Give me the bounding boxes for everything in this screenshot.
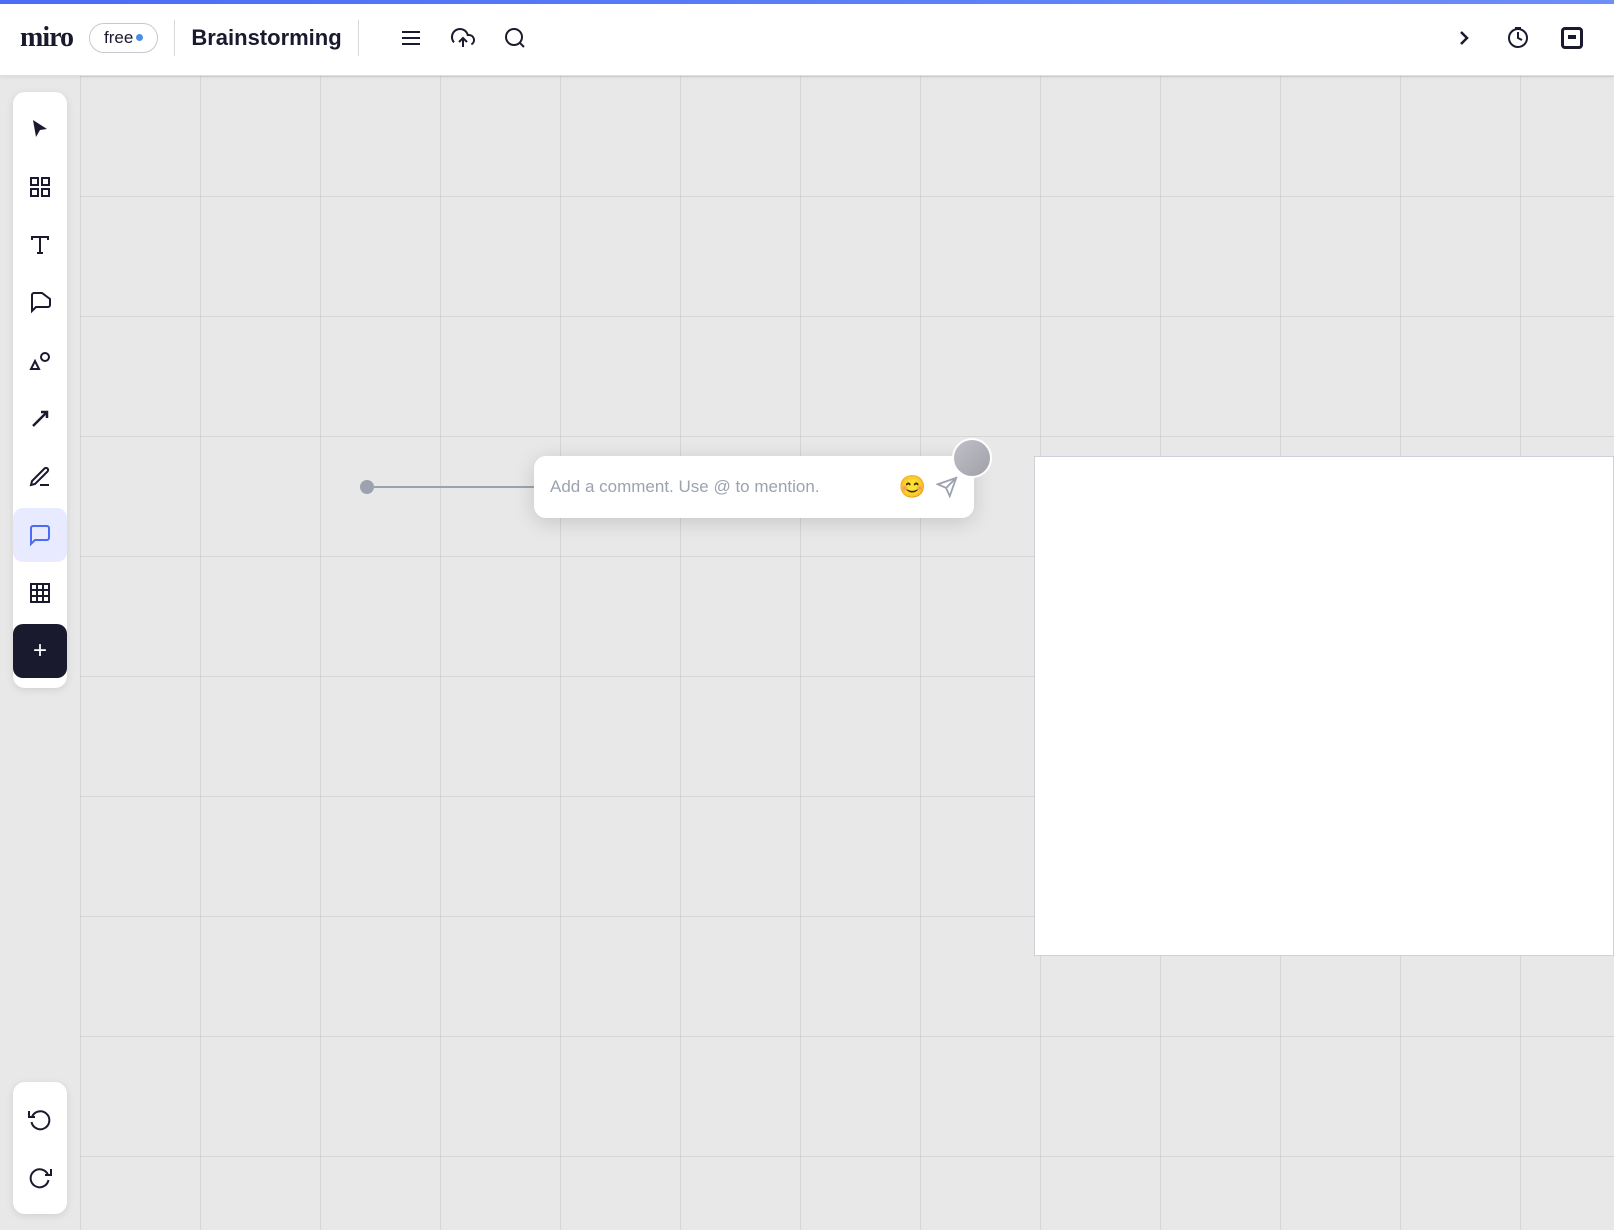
undo-icon [28, 1107, 52, 1131]
sticky-icon [28, 291, 52, 315]
expand-button[interactable] [1442, 16, 1486, 60]
topbar-right [1442, 16, 1614, 60]
miro-logo: miro [20, 22, 73, 54]
search-icon [503, 26, 527, 50]
comment-anchor-dot [360, 480, 374, 494]
menu-icon [399, 26, 423, 50]
tool-shapes[interactable] [13, 334, 67, 388]
canvas[interactable]: 😊 [80, 76, 1614, 1230]
free-label: free [104, 28, 133, 48]
topbar-center [389, 16, 537, 60]
send-icon [936, 476, 958, 498]
canvas-card[interactable] [1034, 456, 1614, 956]
tool-pen[interactable] [13, 450, 67, 504]
tool-redo[interactable] [13, 1150, 67, 1204]
accent-bar [0, 0, 1614, 4]
pen-icon [28, 465, 52, 489]
comment-emoji-button[interactable]: 😊 [899, 474, 926, 500]
tool-grid[interactable] [13, 566, 67, 620]
bottom-group [13, 1082, 67, 1214]
arrow-icon [28, 407, 52, 431]
redo-icon [28, 1165, 52, 1189]
timer-icon [1506, 26, 1530, 50]
board-name[interactable]: Brainstorming [191, 25, 341, 51]
comment-box-wrapper: 😊 [534, 456, 974, 518]
comment-connector-line [374, 486, 534, 488]
toolbar-main-group: + [13, 92, 67, 688]
comment-icon [28, 523, 52, 547]
free-badge[interactable]: free [89, 23, 158, 53]
share-button[interactable] [441, 16, 485, 60]
header-divider2 [358, 20, 359, 56]
chevron-right-icon [1452, 26, 1476, 50]
tool-undo[interactable] [13, 1092, 67, 1146]
free-dot [136, 34, 143, 41]
tool-frame[interactable] [13, 160, 67, 214]
toolbar: + [0, 76, 80, 1230]
comment-input[interactable] [550, 477, 889, 497]
tool-text[interactable] [13, 218, 67, 272]
comment-thread: 😊 [360, 456, 974, 518]
tool-cursor[interactable] [13, 102, 67, 156]
shapes-icon [28, 349, 52, 373]
search-button[interactable] [493, 16, 537, 60]
tool-arrow[interactable] [13, 392, 67, 446]
comment-box: 😊 [534, 456, 974, 518]
tool-add[interactable]: + [13, 624, 67, 678]
bottom-toolbar [0, 1074, 80, 1230]
share-icon [451, 26, 475, 50]
tool-sticky[interactable] [13, 276, 67, 330]
topbar-left: miro free Brainstorming [0, 20, 379, 56]
menu-button[interactable] [389, 16, 433, 60]
timer-button[interactable] [1496, 16, 1540, 60]
cursor-icon [28, 117, 52, 141]
comment-send-button[interactable] [936, 476, 958, 498]
topbar: miro free Brainstorming [0, 0, 1614, 76]
profile-icon [1560, 26, 1584, 50]
profile-button[interactable] [1550, 16, 1594, 60]
comment-avatar [952, 438, 992, 478]
header-divider [174, 20, 175, 56]
frame-icon [28, 175, 52, 199]
tool-comment[interactable] [13, 508, 67, 562]
add-icon: + [33, 637, 47, 665]
emoji-icon: 😊 [899, 474, 926, 500]
text-icon [28, 233, 52, 257]
grid-icon [28, 581, 52, 605]
